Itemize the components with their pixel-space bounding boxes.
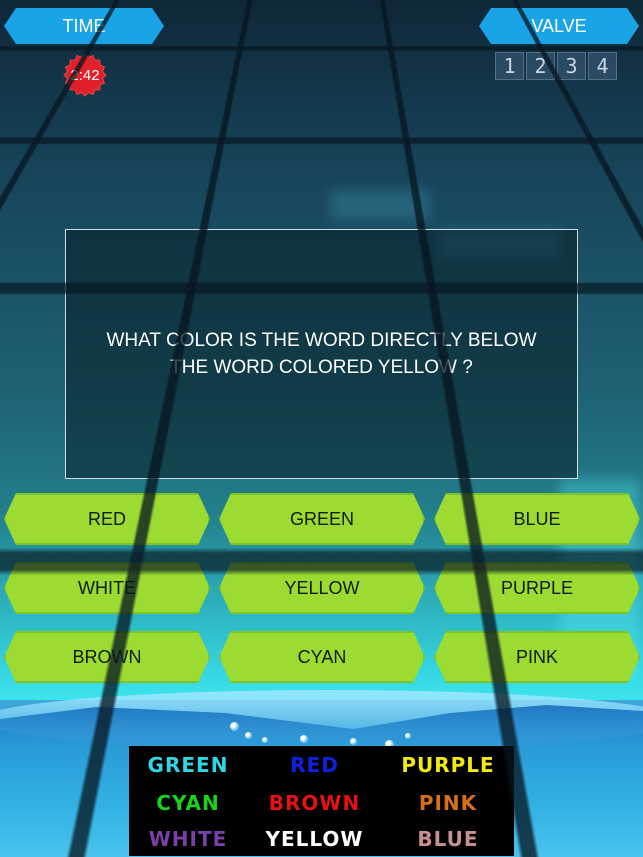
valve-digit: 3 <box>557 52 586 80</box>
color-word-board: GREEN RED PURPLE CYAN BROWN PINK WHITE Y… <box>129 746 514 856</box>
question-text: WHAT COLOR IS THE WORD DIRECTLY BELOW TH… <box>106 330 537 378</box>
tile-highlight <box>330 190 430 220</box>
answer-button-purple[interactable]: PURPLE <box>434 562 640 614</box>
bubble <box>230 722 239 731</box>
valve-digit: 1 <box>495 52 524 80</box>
valve-label: VALVE <box>479 8 639 44</box>
board-word: WHITE <box>148 827 228 851</box>
bubble <box>262 737 268 743</box>
bubble <box>245 732 252 739</box>
board-word: RED <box>290 753 339 777</box>
answer-button-blue[interactable]: BLUE <box>434 493 640 545</box>
board-word: PINK <box>418 791 478 815</box>
answer-button-green[interactable]: GREEN <box>219 493 425 545</box>
answer-grid: RED GREEN BLUE WHITE YELLOW PURPLE BROWN… <box>4 493 643 683</box>
board-word: CYAN <box>156 791 220 815</box>
board-word: PURPLE <box>401 753 495 777</box>
answer-button-brown[interactable]: BROWN <box>4 631 210 683</box>
board-word: GREEN <box>147 753 229 777</box>
valve-digit-display: 1 2 3 4 <box>495 52 617 80</box>
answer-button-white[interactable]: WHITE <box>4 562 210 614</box>
answer-button-cyan[interactable]: CYAN <box>219 631 425 683</box>
board-word: BLUE <box>417 827 479 851</box>
timer-value: 2:42 <box>70 66 100 84</box>
board-word: YELLOW <box>265 827 364 851</box>
answer-button-pink[interactable]: PINK <box>434 631 640 683</box>
question-panel: WHAT COLOR IS THE WORD DIRECTLY BELOW TH… <box>65 229 578 479</box>
valve-digit: 4 <box>588 52 617 80</box>
answer-button-red[interactable]: RED <box>4 493 210 545</box>
time-label-text: TIME <box>62 15 106 36</box>
valve-label-text: VALVE <box>531 15 587 36</box>
time-label: TIME <box>4 8 164 44</box>
valve-digit: 2 <box>526 52 555 80</box>
timer-badge: 2:42 <box>62 52 108 98</box>
bubble <box>350 738 357 745</box>
bubble <box>300 735 308 743</box>
bubble <box>405 733 411 739</box>
answer-button-yellow[interactable]: YELLOW <box>219 562 425 614</box>
board-word: BROWN <box>268 791 361 815</box>
